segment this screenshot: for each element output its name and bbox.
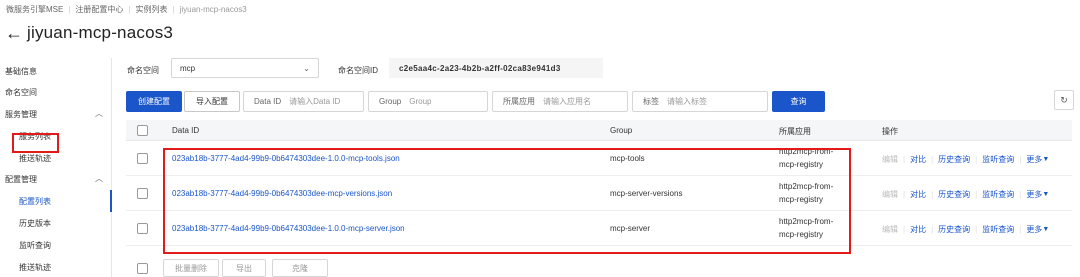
row-actions: 编辑 | 对比 | 历史查询 | 监听查询 | 更多 ▼ [882, 154, 1049, 165]
app-input[interactable]: 所属应用 请输入应用名 [492, 91, 628, 112]
header-app: 所属应用 [779, 127, 811, 136]
divider: | [975, 225, 978, 234]
group-label: Group [379, 97, 402, 106]
breadcrumb-separator: | [68, 5, 71, 14]
search-button[interactable]: 查询 [772, 91, 825, 112]
header-ops: 操作 [882, 127, 898, 136]
divider: | [1019, 190, 1022, 199]
highlight-box [163, 148, 851, 254]
history-link[interactable]: 历史查询 [938, 224, 970, 235]
row-actions: 编辑 | 对比 | 历史查询 | 监听查询 | 更多 ▼ [882, 224, 1049, 235]
edit-link[interactable]: 编辑 [882, 189, 898, 200]
history-link[interactable]: 历史查询 [938, 189, 970, 200]
app-placeholder: 请输入应用名 [543, 97, 591, 106]
more-link[interactable]: 更多 [1026, 224, 1042, 235]
breadcrumb-item[interactable]: 微服务引擎MSE [6, 4, 63, 15]
chevron-down-icon: ⌄ [303, 63, 310, 73]
more-link[interactable]: 更多 [1026, 189, 1042, 200]
namespace-select[interactable]: mcp ⌄ [171, 58, 319, 78]
clone-button[interactable]: 克隆 [272, 259, 328, 277]
sidebar-item-config-list[interactable]: 配置列表 [19, 196, 51, 207]
sidebar-item-namespace[interactable]: 命名空间 [5, 87, 37, 98]
sidebar-item-listen-query[interactable]: 监听查询 [19, 240, 51, 251]
divider: | [975, 190, 978, 199]
breadcrumb-separator: | [128, 5, 131, 14]
create-config-button[interactable]: 创建配置 [126, 91, 182, 112]
highlight-box [12, 133, 59, 153]
app-label: 所属应用 [503, 97, 535, 106]
row-checkbox[interactable] [137, 153, 148, 164]
sidebar-item-history-version[interactable]: 历史版本 [19, 218, 51, 229]
sidebar-item-basic-info[interactable]: 基础信息 [5, 66, 37, 77]
divider: | [903, 190, 906, 199]
tag-label: 标签 [643, 97, 659, 106]
breadcrumb-item[interactable]: 注册配置中心 [75, 4, 123, 15]
import-config-button[interactable]: 导入配置 [184, 91, 240, 112]
batch-delete-button[interactable]: 批量删除 [163, 259, 219, 277]
edit-link[interactable]: 编辑 [882, 154, 898, 165]
select-all-checkbox[interactable] [137, 125, 148, 136]
divider: | [903, 225, 906, 234]
history-link[interactable]: 历史查询 [938, 154, 970, 165]
breadcrumb-separator: | [172, 5, 175, 14]
sidebar-item-config-management[interactable]: 配置管理 [5, 174, 37, 185]
divider: | [975, 155, 978, 164]
sidebar-item-push-trace-config[interactable]: 推送轨迹 [19, 262, 51, 273]
compare-link[interactable]: 对比 [910, 189, 926, 200]
tag-placeholder: 请输入标签 [667, 97, 707, 106]
row-checkbox[interactable] [137, 223, 148, 234]
sidebar-item-service-management[interactable]: 服务管理 [5, 109, 37, 120]
divider: | [931, 190, 934, 199]
divider: | [931, 225, 934, 234]
refresh-icon[interactable]: ↻ [1054, 90, 1074, 110]
breadcrumb-item[interactable]: 实例列表 [136, 4, 168, 15]
page-header: ← jiyuan-mcp-nacos3 [5, 23, 173, 43]
chevron-up-icon[interactable]: ︿ [95, 173, 103, 184]
caret-down-icon[interactable]: ▼ [1042, 191, 1049, 198]
breadcrumb-current: jiyuan-mcp-nacos3 [179, 5, 247, 14]
arrow-left-icon[interactable]: ← [5, 24, 23, 42]
breadcrumb: 微服务引擎MSE | 注册配置中心 | 实例列表 | jiyuan-mcp-nacos… [6, 4, 247, 15]
data-id-input[interactable]: Data ID 请输入Data ID [243, 91, 364, 112]
row-checkbox[interactable] [137, 188, 148, 199]
compare-link[interactable]: 对比 [910, 224, 926, 235]
listen-link[interactable]: 监听查询 [982, 224, 1014, 235]
chevron-up-icon[interactable]: ︿ [95, 108, 103, 119]
footer-select-checkbox[interactable] [137, 263, 148, 274]
namespace-value: mcp [180, 63, 196, 73]
listen-link[interactable]: 监听查询 [982, 154, 1014, 165]
namespace-label: 命名空间 [127, 66, 159, 75]
data-id-label: Data ID [254, 97, 282, 106]
export-button[interactable]: 导出 [222, 259, 266, 277]
listen-link[interactable]: 监听查询 [982, 189, 1014, 200]
divider: | [1019, 155, 1022, 164]
more-link[interactable]: 更多 [1026, 154, 1042, 165]
sidebar-item-push-trace[interactable]: 推送轨迹 [19, 153, 51, 164]
divider: | [1019, 225, 1022, 234]
namespace-id-value: c2e5aa4c-2a23-4b2b-a2ff-02ca83e941d3 [389, 58, 603, 78]
table-header: Data ID Group 所属应用 操作 [126, 120, 1072, 141]
divider: | [903, 155, 906, 164]
divider: | [931, 155, 934, 164]
active-indicator [110, 190, 112, 212]
caret-down-icon[interactable]: ▼ [1042, 156, 1049, 163]
row-actions: 编辑 | 对比 | 历史查询 | 监听查询 | 更多 ▼ [882, 189, 1049, 200]
page-title: jiyuan-mcp-nacos3 [27, 23, 174, 42]
header-data-id: Data ID [172, 126, 200, 135]
sidebar: 基础信息 命名空间 服务管理 ︿ 服务列表 推送轨迹 配置管理 ︿ 配置列表 历… [0, 58, 112, 277]
edit-link[interactable]: 编辑 [882, 224, 898, 235]
header-group: Group [610, 126, 633, 135]
data-id-placeholder: 请输入Data ID [289, 97, 341, 106]
group-input[interactable]: Group Group [368, 91, 488, 112]
compare-link[interactable]: 对比 [910, 154, 926, 165]
caret-down-icon[interactable]: ▼ [1042, 226, 1049, 233]
tag-input[interactable]: 标签 请输入标签 [632, 91, 768, 112]
namespace-id-label: 命名空间ID [338, 66, 378, 75]
group-placeholder: Group [409, 97, 432, 106]
